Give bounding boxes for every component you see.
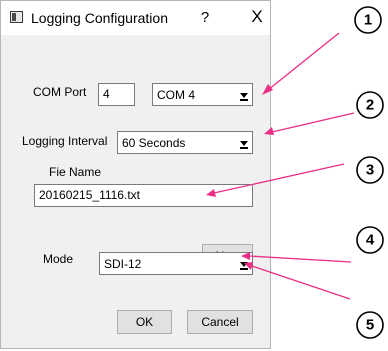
callout-arrow-3 [206,163,345,197]
callout-overlay: 1 2 3 4 5 [206,6,384,339]
callout-number-5: 5 [366,317,374,334]
callout-badge-2: 2 [356,91,384,119]
callout-badge-3: 3 [356,156,384,184]
callout-arrow-2 [264,112,355,135]
callout-arrow-1 [262,32,340,95]
callout-arrow-4 [241,252,352,263]
callout-badge-4: 4 [356,226,384,254]
callout-badge-5: 5 [356,311,384,339]
callout-number-2: 2 [366,97,374,114]
callout-number-1: 1 [364,12,372,29]
callout-number-4: 4 [366,232,375,249]
callout-badge-1: 1 [354,6,382,34]
callout-number-3: 3 [366,162,374,179]
callout-arrow-5 [244,262,351,300]
